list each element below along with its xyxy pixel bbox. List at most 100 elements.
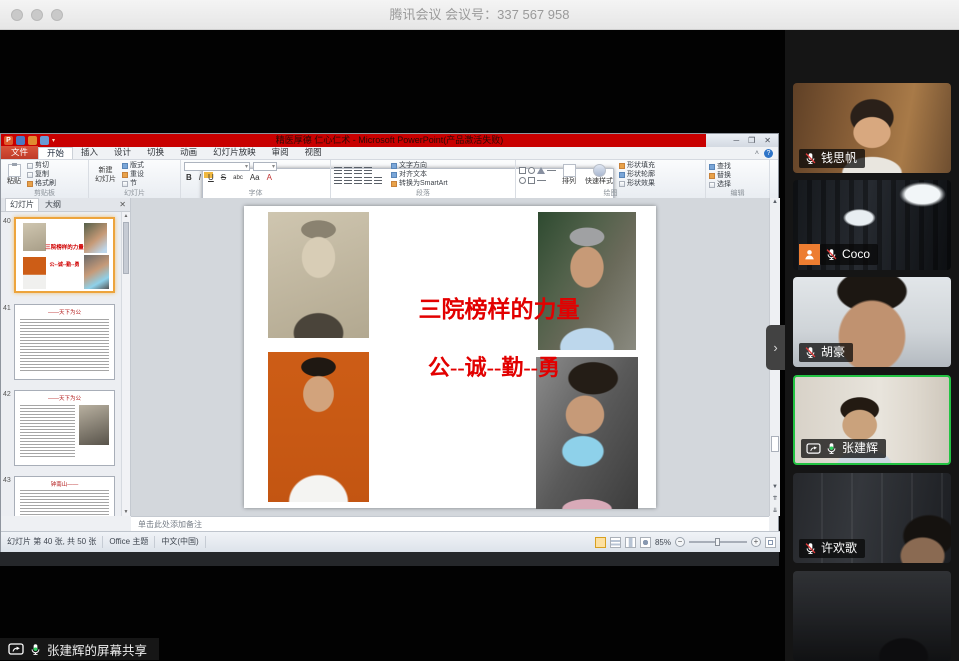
paste-button[interactable]: 粘贴 xyxy=(4,164,24,186)
redo-icon[interactable] xyxy=(40,136,49,145)
text-direction-button[interactable]: 文字方向 xyxy=(391,162,448,170)
change-case-button[interactable]: Aa xyxy=(248,173,262,183)
ribbon-collapse-icon[interactable]: ˄ xyxy=(755,150,759,157)
replace-button[interactable]: 替换 xyxy=(709,172,766,180)
thumbnail-slide-41[interactable]: ——天下为公 xyxy=(14,304,115,380)
undo-icon[interactable] xyxy=(28,136,37,145)
tab-home[interactable]: 开始 xyxy=(38,147,73,159)
zoom-slider[interactable] xyxy=(689,541,747,543)
help-icon[interactable]: ? xyxy=(764,149,773,158)
align-left-icon[interactable] xyxy=(334,177,342,184)
participant-tile[interactable]: 钱思帆 xyxy=(793,83,951,173)
shape-effects-button[interactable]: 形状效果 xyxy=(619,180,655,188)
zoom-out-button[interactable]: − xyxy=(675,537,685,547)
tab-insert[interactable]: 插入 xyxy=(73,147,106,159)
thumbnail-slide-42[interactable]: ——天下为公 xyxy=(14,390,115,466)
panel-scroll-thumb[interactable] xyxy=(123,222,129,274)
shape-effects-icon xyxy=(619,181,625,187)
font-name-select[interactable]: ▾ xyxy=(184,162,250,171)
section-button[interactable]: 节 xyxy=(122,180,144,188)
curve-shape-icon[interactable] xyxy=(537,180,546,181)
new-slide-button[interactable]: 新建 幻灯片 xyxy=(92,167,119,184)
columns-icon[interactable] xyxy=(374,177,382,184)
shape-outline-button[interactable]: 形状轮廓 xyxy=(619,171,655,179)
participant-tile[interactable]: 许欢歌 xyxy=(793,473,951,563)
quick-access-toolbar[interactable]: P ▾ xyxy=(4,136,55,145)
slide[interactable]: 三院榜样的力量 公--诚--勤--勇 xyxy=(244,206,656,508)
collapse-sidebar-button[interactable]: › xyxy=(766,325,785,370)
quick-styles-button[interactable]: 快速样式 xyxy=(582,164,616,186)
tab-animations[interactable]: 动画 xyxy=(172,147,205,159)
smartart-button[interactable]: 转换为SmartArt xyxy=(391,180,448,188)
panel-scrollbar[interactable]: ▲ ▼ xyxy=(121,212,130,516)
tab-review[interactable]: 审阅 xyxy=(264,147,297,159)
italic-button[interactable]: I xyxy=(197,173,203,183)
indent-decrease-icon[interactable] xyxy=(354,167,362,174)
align-text-button[interactable]: 对齐文本 xyxy=(391,171,448,179)
format-painter-button[interactable]: 格式刷 xyxy=(27,180,56,188)
tab-transitions[interactable]: 切换 xyxy=(139,147,172,159)
reset-button[interactable]: 重设 xyxy=(122,171,144,179)
normal-view-icon[interactable] xyxy=(595,537,606,548)
thumbnail-slide-40[interactable]: 三院榜样的力量 公--诚--勤--勇 xyxy=(14,217,115,293)
ellipse-shape-icon[interactable] xyxy=(528,167,535,174)
callout-shape-icon[interactable] xyxy=(528,177,535,184)
zoom-slider-thumb[interactable] xyxy=(715,538,720,546)
align-center-icon[interactable] xyxy=(344,177,352,184)
slide-sorter-view-icon[interactable] xyxy=(610,537,621,548)
arrange-button[interactable]: 排列 xyxy=(559,164,579,186)
font-color-button[interactable]: A xyxy=(265,173,274,183)
participant-tile-active-speaker[interactable]: 张建辉 xyxy=(793,375,951,465)
slideshow-view-icon[interactable] xyxy=(640,537,651,548)
clear-format-button[interactable]: abc xyxy=(231,173,245,183)
arc-shape-icon[interactable] xyxy=(519,177,526,184)
ppt-close-icon[interactable]: ✕ xyxy=(764,136,771,145)
underline-button[interactable]: U xyxy=(206,173,216,183)
participant-tile[interactable]: Coco xyxy=(793,180,951,270)
scroll-down-icon[interactable]: ▼ xyxy=(122,509,130,515)
copy-button[interactable]: 复制 xyxy=(27,171,56,179)
scroll-down-icon[interactable]: ▼ xyxy=(770,484,780,490)
line-shape-icon[interactable] xyxy=(547,170,556,171)
bold-button[interactable]: B xyxy=(184,173,194,183)
ppt-minimize-icon[interactable]: ─ xyxy=(733,136,739,145)
scroll-up-icon[interactable]: ▲ xyxy=(122,213,130,219)
strikethrough-button[interactable]: S xyxy=(219,173,228,183)
qat-caret-icon[interactable]: ▾ xyxy=(52,137,55,144)
fit-to-window-icon[interactable] xyxy=(765,537,776,548)
tab-design[interactable]: 设计 xyxy=(106,147,139,159)
save-icon[interactable] xyxy=(16,136,25,145)
reading-view-icon[interactable] xyxy=(625,537,636,548)
tab-view[interactable]: 视图 xyxy=(297,147,330,159)
justify-icon[interactable] xyxy=(364,177,372,184)
panel-tab-slides[interactable]: 幻灯片 xyxy=(5,198,39,211)
panel-close-icon[interactable]: ✕ xyxy=(119,200,126,209)
find-button[interactable]: 查找 xyxy=(709,163,766,171)
participant-tile[interactable]: 胡豪 xyxy=(793,277,951,367)
bullets-icon[interactable] xyxy=(334,167,342,174)
triangle-shape-icon[interactable] xyxy=(537,167,545,174)
panel-tab-outline[interactable]: 大纲 xyxy=(45,199,61,210)
scroll-up-icon[interactable]: ▲ xyxy=(770,199,780,205)
shared-screen-area: P ▾ 精医厚德 仁心仁术 - Microsoft PowerPoint(产品激… xyxy=(0,30,785,661)
canvas-scroll-thumb[interactable] xyxy=(771,436,779,452)
font-size-select[interactable]: ▾ xyxy=(253,162,277,171)
previous-slide-icon[interactable]: ⇈ xyxy=(770,495,780,502)
indent-increase-icon[interactable] xyxy=(364,167,372,174)
participant-tile[interactable] xyxy=(793,571,951,661)
layout-button[interactable]: 版式 xyxy=(122,162,144,170)
rectangle-shape-icon[interactable] xyxy=(519,167,526,174)
tab-slideshow[interactable]: 幻灯片放映 xyxy=(205,147,264,159)
zoom-in-button[interactable]: + xyxy=(751,537,761,547)
align-right-icon[interactable] xyxy=(354,177,362,184)
numbering-icon[interactable] xyxy=(344,167,352,174)
select-button[interactable]: 选择 xyxy=(709,181,766,189)
next-slide-icon[interactable]: ⇊ xyxy=(770,507,780,514)
notes-pane[interactable]: 单击此处添加备注 xyxy=(131,516,769,531)
ppt-restore-icon[interactable]: ❐ xyxy=(748,136,755,145)
tab-file[interactable]: 文件 xyxy=(1,146,38,159)
shape-fill-button[interactable]: 形状填充 xyxy=(619,162,655,170)
thumbnail-slide-43[interactable]: 钟南山—— xyxy=(14,476,115,516)
cut-button[interactable]: 剪切 xyxy=(27,162,56,170)
language-indicator: 中文(中国) xyxy=(155,536,205,548)
